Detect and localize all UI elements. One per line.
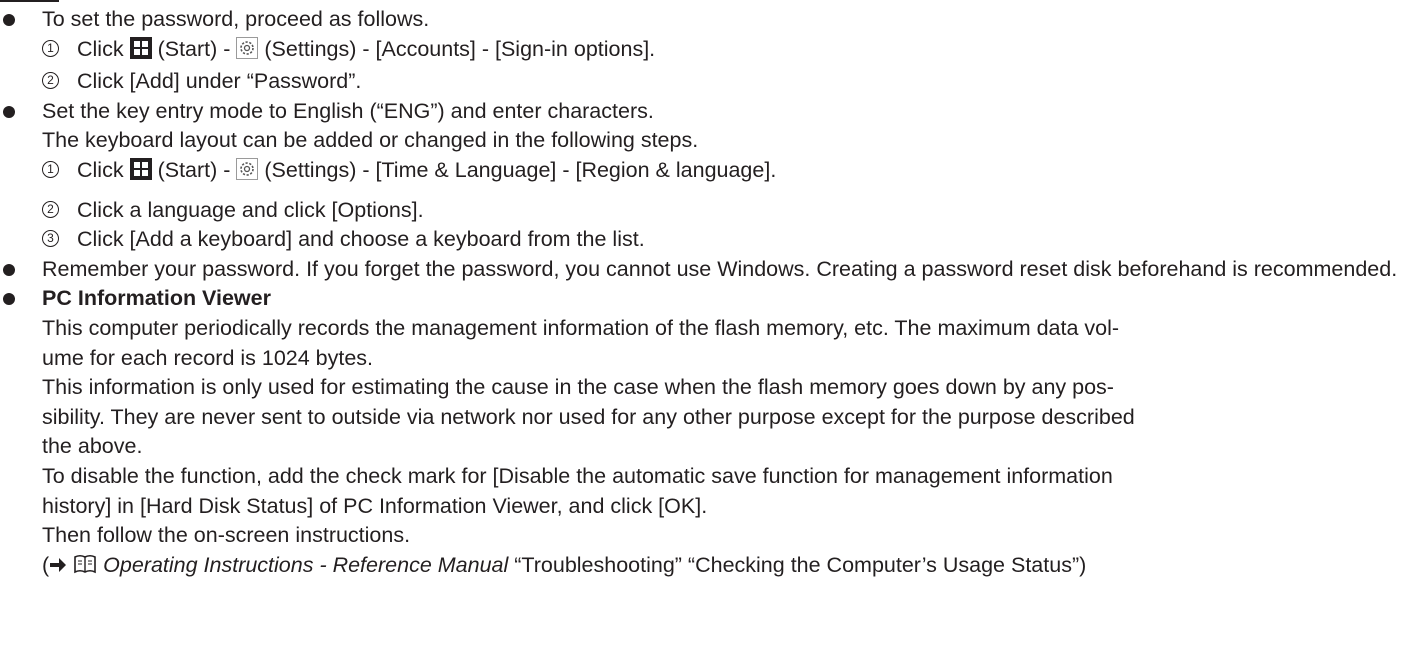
password-step-1: 1 Click (Start) - (Settings) - [Accounts…	[42, 35, 1416, 68]
bullet-dot	[3, 105, 15, 118]
keyboard-step-1: 1 Click (Start) - (Settings) - [Time & L…	[42, 156, 1416, 189]
pc-info-p2a: This information is only used for estima…	[42, 375, 1114, 400]
right-arrow-icon	[49, 554, 67, 584]
pc-info-p3b: history] in [Hard Disk Status] of PC Inf…	[42, 493, 708, 518]
windows-start-icon	[129, 157, 152, 189]
step-number: 1	[42, 39, 59, 57]
pc-info-p1a: This computer periodically records the m…	[42, 315, 1120, 340]
step-text: (Settings) - [Accounts] - [Sign-in optio…	[264, 36, 656, 61]
pc-info-p3a: To disable the function, add the check m…	[42, 463, 1113, 488]
step-number: 2	[42, 200, 59, 218]
document-body: To set the password, proceed as follows.…	[0, 5, 1416, 583]
pc-info-p1b: ume for each record is 1024 bytes.	[42, 345, 374, 370]
bullet-dot	[3, 263, 15, 276]
settings-gear-icon	[236, 157, 259, 189]
reference-manual-book-icon[interactable]	[73, 553, 97, 584]
reference-rest: “Troubleshooting” “Checking the Computer…	[514, 552, 1087, 577]
pc-info-p2c: the above.	[42, 434, 143, 459]
step-text: (Settings) - [Time & Language] - [Region…	[264, 157, 777, 182]
reference-manual-title[interactable]: Operating Instructions - Reference Manua…	[103, 553, 508, 577]
bullet-pc-information-viewer: PC Information Viewer This computer peri…	[0, 284, 1416, 583]
step-text: Click	[77, 157, 124, 182]
step-text: Click [Add] under “Password”.	[77, 69, 362, 94]
step-text: Click a language and click [Options].	[77, 197, 424, 222]
keyboard-line-1: Set the key entry mode to English (“ENG”…	[42, 98, 654, 123]
windows-start-icon	[129, 36, 152, 68]
step-number: 3	[42, 230, 59, 248]
settings-gear-icon	[236, 36, 259, 68]
bullet-remember-password: Remember your password. If you forget th…	[0, 255, 1416, 285]
step-number: 2	[42, 72, 59, 90]
step-text: Click [Add a keyboard] and choose a keyb…	[77, 227, 645, 252]
remember-text: Remember your password. If you forget th…	[42, 256, 1398, 281]
password-intro: To set the password, proceed as follows.	[42, 7, 430, 31]
bullet-dot	[3, 14, 15, 26]
pc-info-p4: Then follow the on-screen instructions.	[42, 523, 411, 548]
top-rule	[0, 0, 59, 2]
keyboard-line-2: The keyboard layout can be added or chan…	[42, 128, 699, 153]
keyboard-step-3: 3 Click [Add a keyboard] and choose a ke…	[42, 225, 1416, 255]
step-text: (Start) -	[157, 36, 231, 61]
pc-info-p2b: sibility. They are never sent to outside…	[42, 404, 1135, 429]
step-number: 1	[42, 160, 59, 178]
step-text: Click	[77, 36, 124, 61]
bullet-dot	[3, 293, 15, 306]
keyboard-step-2: 2 Click a language and click [Options].	[42, 196, 1416, 226]
step-text: (Start) -	[157, 157, 231, 182]
password-step-2: 2 Click [Add] under “Password”.	[42, 67, 1416, 97]
bullet-set-password: To set the password, proceed as follows.…	[0, 5, 1416, 97]
reference-line: ( Operating Instructions - Reference Man…	[42, 551, 1416, 584]
bullet-keyboard-entry: Set the key entry mode to English (“ENG”…	[0, 97, 1416, 255]
pc-info-heading: PC Information Viewer	[42, 286, 271, 311]
reference-open: (	[42, 552, 50, 577]
